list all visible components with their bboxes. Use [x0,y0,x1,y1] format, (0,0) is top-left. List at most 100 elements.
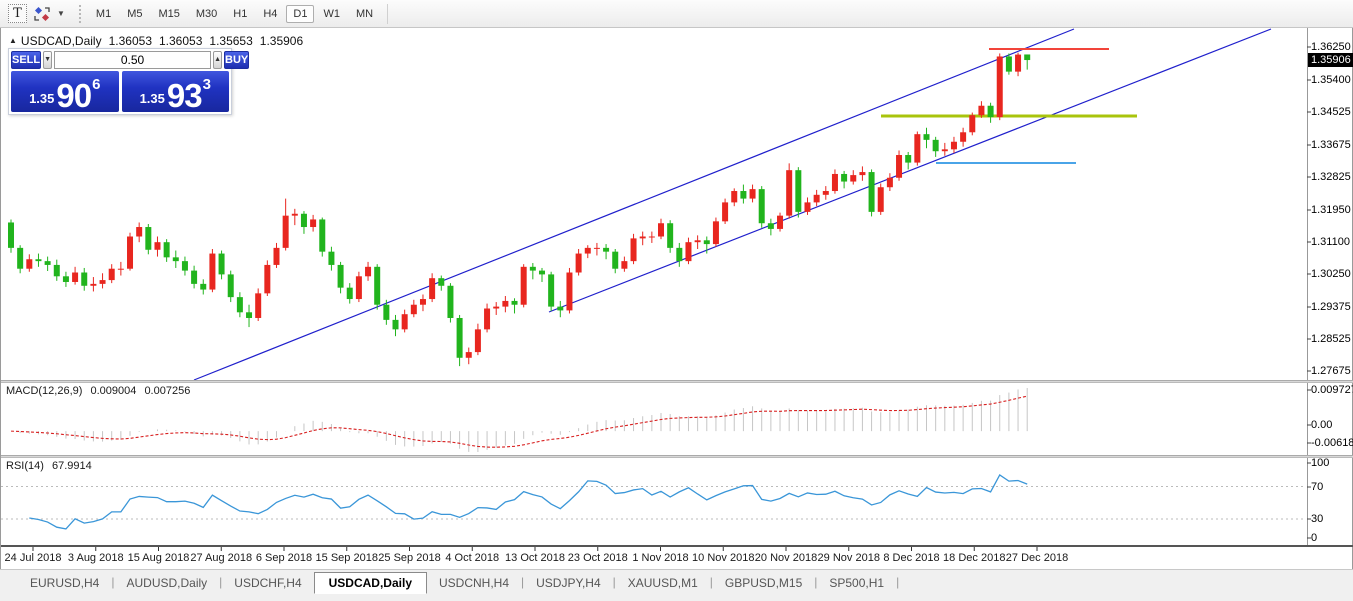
macd-axis-label: -0.006182 [1311,437,1353,449]
candle [923,134,930,140]
candle [227,274,234,298]
sell-button[interactable]: SELL [11,51,42,69]
chart-tab-bar: EURUSD,H4 | AUDUSD,Daily | USDCHF,H4 USDCAD,D… [0,569,1353,601]
price-axis-label: 1.35400 [1311,74,1351,86]
candle [419,299,426,305]
chart-tab-xauusd[interactable]: XAUUSD,M1 [616,573,710,593]
date-axis-label: 10 Nov 2018 [692,552,755,564]
candle [72,272,79,282]
volume-input[interactable] [54,51,212,69]
sell-price-pip: 6 [92,76,101,93]
date-axis-label: 27 Dec 2018 [1005,552,1069,564]
timeframe-button-w1[interactable]: W1 [316,5,347,23]
volume-increase-button[interactable]: ▲ [213,51,222,69]
buy-price-big: 93 [166,76,203,114]
buy-button[interactable]: BUY [224,51,250,69]
rsi-panel-divider[interactable] [1,455,1353,458]
candle [236,297,243,313]
chart-canvas[interactable]: ▲ USDCAD,Daily 1.36053 1.36053 1.35653 1.3590… [0,28,1353,569]
candle [218,253,225,275]
timeframe-button-m30[interactable]: M30 [189,5,224,23]
chart-tab-sp500[interactable]: SP500,H1 [817,573,896,593]
chart-tab-usdjpy[interactable]: USDJPY,H4 [524,573,612,593]
price-axis-label: 1.27675 [1311,365,1351,377]
rsi-line [29,473,1028,530]
candle [703,240,710,245]
candle [603,247,610,252]
sell-price-display[interactable]: 1.35 90 6 [11,71,119,112]
candle [813,194,820,203]
candle [282,215,289,248]
candle [447,285,454,318]
candle [575,253,582,273]
date-axis-label: 13 Oct 2018 [505,552,565,564]
candle [1005,56,1012,72]
timeframe-button-d1[interactable]: D1 [286,4,315,23]
candle [831,173,838,192]
macd-header: MACD(12,26,9) 0.009004 0.007256 [6,385,195,397]
timeframe-button-m15[interactable]: M15 [151,5,186,23]
macd-signal-line [10,395,1028,448]
buy-price-prefix: 1.35 [139,91,165,106]
chevron-down-icon[interactable]: ▼ [57,9,65,18]
candle [8,222,14,248]
candle [44,261,51,265]
candle [374,266,381,305]
collapse-icon[interactable]: ▲ [9,36,17,45]
candle [722,202,729,222]
candle [987,105,994,118]
timeframe-button-h1[interactable]: H1 [226,5,254,23]
ohlc-high: 1.36053 [159,34,203,48]
toolbar-grip[interactable] [78,4,82,23]
candle [621,261,628,269]
volume-decrease-button[interactable]: ▼ [43,51,53,69]
ohlc-close: 1.35906 [259,34,304,48]
candle [62,276,69,282]
candle [538,270,545,275]
one-click-trade-panel: SELL ▼ ▲ BUY 1.35 90 6 1.35 93 3 [8,48,250,115]
candle [209,253,216,290]
rsi-axis-label: 30 [1311,513,1324,525]
channel-lower[interactable] [548,28,1272,313]
candle [593,247,600,249]
chart-tab-usdcnh[interactable]: USDCNH,H4 [427,573,521,593]
candle [438,278,445,286]
date-axis-label: 23 Oct 2018 [567,552,628,564]
candle [886,177,893,188]
date-axis-label: 24 Jul 2018 [4,552,62,564]
rsi-axis-label: 100 [1311,457,1330,469]
candle [35,259,42,262]
candle [529,266,536,271]
candle [795,170,802,212]
terminal-window: T ▼ M1 M5 M15 M30 H1 H4 D1 W1 MN ▲ USDCAD,Daily 1.… [0,0,1353,601]
macd-axis-label: 0.009727 [1311,384,1353,396]
chart-tab-audusd[interactable]: AUDUSD,Daily [114,573,219,593]
timeframe-button-h4[interactable]: H4 [256,5,284,23]
candle [584,247,591,254]
drawing-arrows-icon[interactable] [33,5,51,23]
date-axis-label: 15 Sep 2018 [315,552,378,564]
candle [172,257,179,262]
sell-price-prefix: 1.35 [29,91,55,106]
candle [859,172,866,176]
candle [145,227,152,250]
candle [822,191,829,195]
current-price-tag: 1.35906 [1308,53,1353,67]
timeframe-button-mn[interactable]: MN [349,5,380,23]
buy-price-display[interactable]: 1.35 93 3 [121,71,229,114]
timeframe-button-m5[interactable]: M5 [120,5,149,23]
candle [154,242,161,250]
timeframe-button-m1[interactable]: M1 [89,5,118,23]
candle [685,242,692,262]
candle [941,149,948,152]
chart-tab-usdchf[interactable]: USDCHF,H4 [222,573,313,593]
chart-tab-usdcad[interactable]: USDCAD,Daily [313,572,427,594]
candle [1024,54,1031,61]
candle [694,240,701,243]
text-tool-icon[interactable]: T [8,4,27,23]
channel-upper[interactable] [193,28,1075,381]
chart-tab-eurusd[interactable]: EURUSD,H4 [18,573,111,593]
macd-panel-divider[interactable] [1,380,1353,383]
sell-price-big: 90 [56,76,92,114]
chart-tab-gbpusd[interactable]: GBPUSD,M15 [713,573,814,593]
